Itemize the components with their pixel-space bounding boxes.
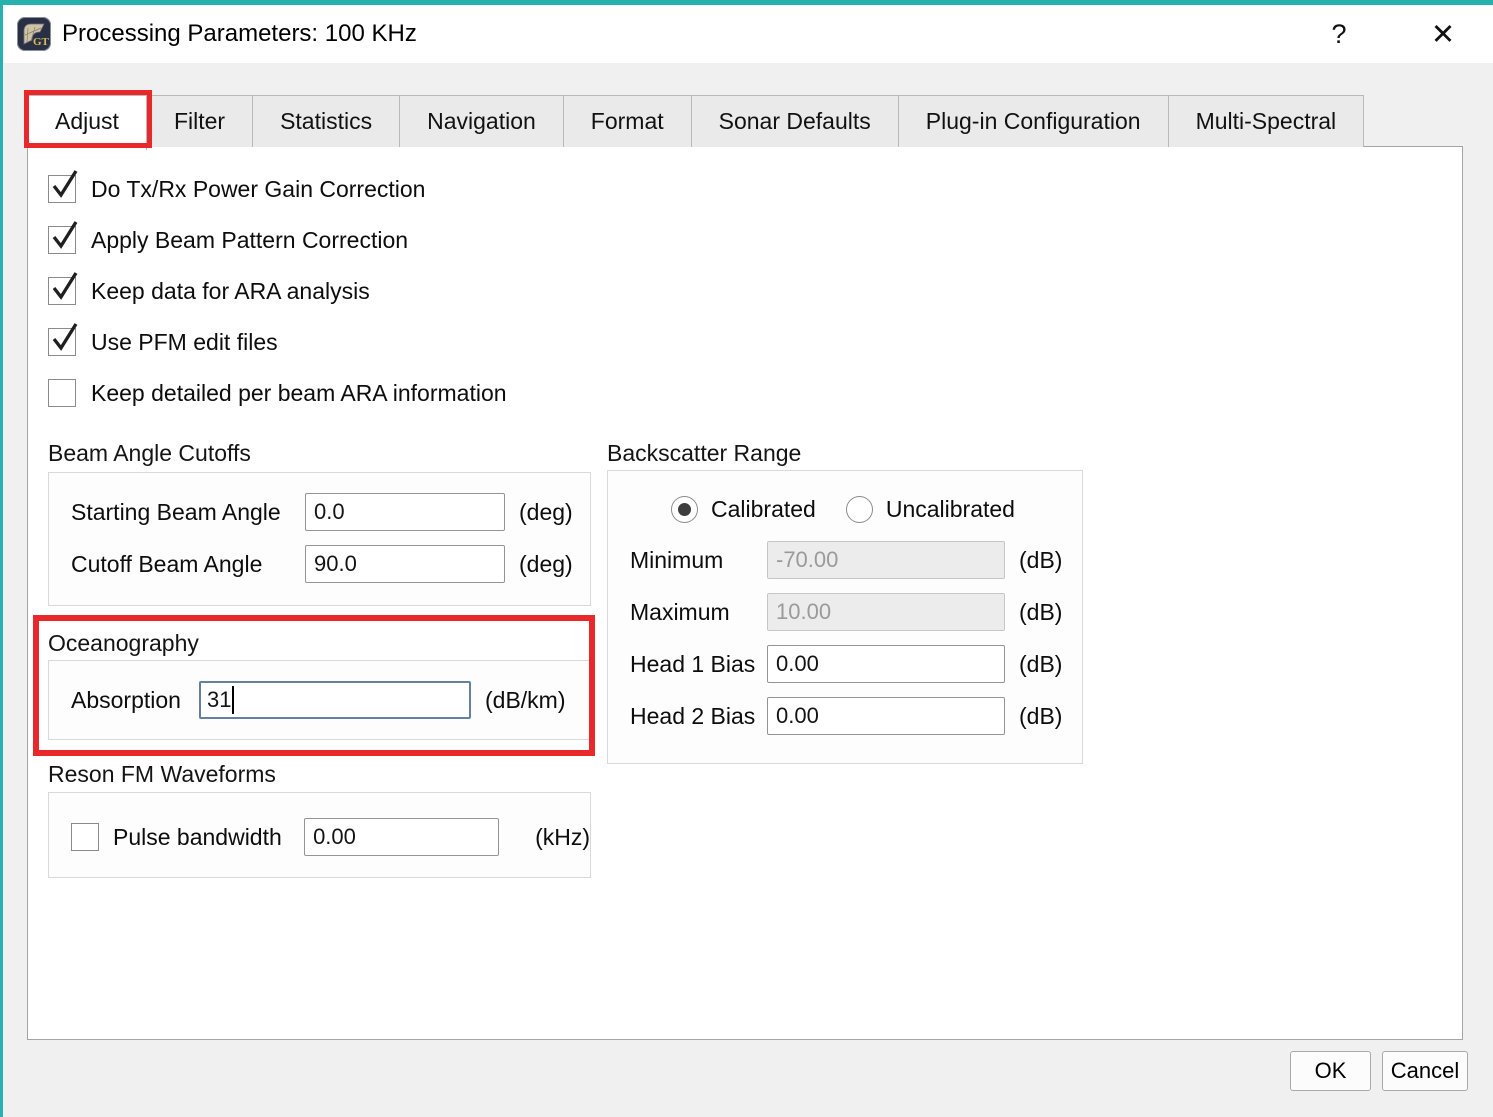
tab-sonar-defaults[interactable]: Sonar Defaults <box>691 95 899 147</box>
oceanography-title: Oceanography <box>48 630 199 657</box>
sonar-swath-icon: GT <box>17 17 51 51</box>
tab-statistics[interactable]: Statistics <box>252 95 400 147</box>
maximum-row: Maximum (dB) <box>630 593 1082 631</box>
head1-bias-unit: (dB) <box>1019 651 1062 678</box>
checkbox-row-per-beam-ara[interactable]: Keep detailed per beam ARA information <box>48 376 507 410</box>
backscatter-range-title: Backscatter Range <box>607 440 801 467</box>
head1-bias-row: Head 1 Bias (dB) <box>630 645 1082 683</box>
beam-pattern-checkbox[interactable] <box>48 226 76 254</box>
pfm-edit-files-label: Use PFM edit files <box>91 329 278 356</box>
head1-bias-label: Head 1 Bias <box>630 651 767 678</box>
per-beam-ara-label: Keep detailed per beam ARA information <box>91 380 507 407</box>
ok-button[interactable]: OK <box>1290 1051 1371 1091</box>
uncalibrated-radio[interactable] <box>846 496 873 523</box>
titlebar: GT Processing Parameters: 100 KHz ? ✕ <box>3 5 1493 63</box>
calibration-radio-row: Calibrated Uncalibrated <box>671 496 1082 523</box>
pulse-bandwidth-unit: (kHz) <box>535 824 590 851</box>
tab-navigation-label: Navigation <box>427 108 536 135</box>
checkmark-icon <box>50 167 78 201</box>
checkbox-row-ara-analysis[interactable]: Keep data for ARA analysis <box>48 274 507 308</box>
starting-beam-angle-unit: (deg) <box>519 499 573 526</box>
tab-format[interactable]: Format <box>563 95 692 147</box>
radio-dot <box>678 503 691 516</box>
close-button[interactable]: ✕ <box>1419 5 1467 63</box>
maximum-label: Maximum <box>630 599 767 626</box>
tab-navigation[interactable]: Navigation <box>399 95 564 147</box>
window-accent-border-top <box>0 0 1493 5</box>
cutoff-beam-angle-input[interactable] <box>305 545 505 583</box>
txrx-power-gain-label: Do Tx/Rx Power Gain Correction <box>91 176 425 203</box>
checkmark-icon <box>50 269 78 303</box>
absorption-value: 31 <box>207 687 231 713</box>
ara-analysis-label: Keep data for ARA analysis <box>91 278 370 305</box>
text-cursor <box>232 686 234 714</box>
head2-bias-input[interactable] <box>767 697 1005 735</box>
calibrated-label: Calibrated <box>711 496 816 523</box>
tab-multi-spectral[interactable]: Multi-Spectral <box>1168 95 1365 147</box>
cutoff-beam-angle-label: Cutoff Beam Angle <box>71 551 305 578</box>
head2-bias-row: Head 2 Bias (dB) <box>630 697 1082 735</box>
tab-plugin-configuration-label: Plug-in Configuration <box>926 108 1141 135</box>
minimum-row: Minimum (dB) <box>630 541 1082 579</box>
cutoff-beam-angle-unit: (deg) <box>519 551 573 578</box>
pulse-bandwidth-checkbox[interactable] <box>71 823 99 851</box>
pfm-edit-files-checkbox[interactable] <box>48 328 76 356</box>
window-accent-border-left <box>0 0 3 1117</box>
help-button[interactable]: ? <box>1321 5 1357 63</box>
absorption-input[interactable]: 31 <box>199 681 471 719</box>
ara-analysis-checkbox[interactable] <box>48 277 76 305</box>
cutoff-beam-angle-row: Cutoff Beam Angle (deg) <box>71 545 590 583</box>
maximum-unit: (dB) <box>1019 599 1062 626</box>
checkmark-icon <box>50 218 78 252</box>
checkbox-row-txrx-power-gain[interactable]: Do Tx/Rx Power Gain Correction <box>48 172 507 206</box>
pulse-bandwidth-row: Pulse bandwidth (kHz) <box>71 818 590 856</box>
tab-format-label: Format <box>591 108 664 135</box>
tab-plugin-configuration[interactable]: Plug-in Configuration <box>898 95 1169 147</box>
absorption-label: Absorption <box>71 687 199 714</box>
tab-adjust-label: Adjust <box>55 108 119 135</box>
beam-angle-cutoffs-group: Starting Beam Angle (deg) Cutoff Beam An… <box>48 472 591 606</box>
window-title: Processing Parameters: 100 KHz <box>62 20 417 48</box>
calibrated-radio[interactable] <box>671 496 698 523</box>
head2-bias-unit: (dB) <box>1019 703 1062 730</box>
pulse-bandwidth-label: Pulse bandwidth <box>113 824 304 851</box>
starting-beam-angle-input[interactable] <box>305 493 505 531</box>
option-checkbox-list: Do Tx/Rx Power Gain Correction Apply Bea… <box>48 172 507 427</box>
txrx-power-gain-checkbox[interactable] <box>48 175 76 203</box>
beam-pattern-label: Apply Beam Pattern Correction <box>91 227 408 254</box>
starting-beam-angle-label: Starting Beam Angle <box>71 499 305 526</box>
cancel-button[interactable]: Cancel <box>1382 1051 1468 1091</box>
starting-beam-angle-row: Starting Beam Angle (deg) <box>71 493 590 531</box>
checkmark-icon <box>50 320 78 354</box>
pulse-bandwidth-input[interactable] <box>304 818 499 856</box>
reson-fm-waveforms-group: Pulse bandwidth (kHz) <box>48 792 591 878</box>
minimum-label: Minimum <box>630 547 767 574</box>
beam-angle-cutoffs-title: Beam Angle Cutoffs <box>48 440 251 467</box>
absorption-unit: (dB/km) <box>485 687 566 714</box>
tab-sonar-defaults-label: Sonar Defaults <box>719 108 871 135</box>
tab-multi-spectral-label: Multi-Spectral <box>1196 108 1337 135</box>
minimum-input <box>767 541 1005 579</box>
oceanography-group: Absorption 31 (dB/km) <box>48 660 591 740</box>
checkbox-row-beam-pattern[interactable]: Apply Beam Pattern Correction <box>48 223 507 257</box>
adjust-tab-pane: Do Tx/Rx Power Gain Correction Apply Bea… <box>27 146 1463 1040</box>
checkbox-row-pfm-edit-files[interactable]: Use PFM edit files <box>48 325 507 359</box>
absorption-row: Absorption 31 (dB/km) <box>71 681 590 719</box>
tab-bar: Adjust Filter Statistics Navigation Form… <box>27 95 1363 150</box>
backscatter-range-group: Calibrated Uncalibrated Minimum (dB) Max… <box>607 470 1083 764</box>
reson-fm-waveforms-title: Reson FM Waveforms <box>48 761 276 788</box>
head1-bias-input[interactable] <box>767 645 1005 683</box>
head2-bias-label: Head 2 Bias <box>630 703 767 730</box>
tab-filter-label: Filter <box>174 108 225 135</box>
maximum-input <box>767 593 1005 631</box>
dialog-window: GT Processing Parameters: 100 KHz ? ✕ Ad… <box>0 0 1493 1117</box>
per-beam-ara-checkbox[interactable] <box>48 379 76 407</box>
uncalibrated-label: Uncalibrated <box>886 496 1015 523</box>
app-icon: GT <box>17 17 51 51</box>
tab-adjust[interactable]: Adjust <box>27 95 147 150</box>
icon-gt-text: GT <box>33 36 50 48</box>
tab-statistics-label: Statistics <box>280 108 372 135</box>
tab-filter[interactable]: Filter <box>146 95 253 147</box>
minimum-unit: (dB) <box>1019 547 1062 574</box>
